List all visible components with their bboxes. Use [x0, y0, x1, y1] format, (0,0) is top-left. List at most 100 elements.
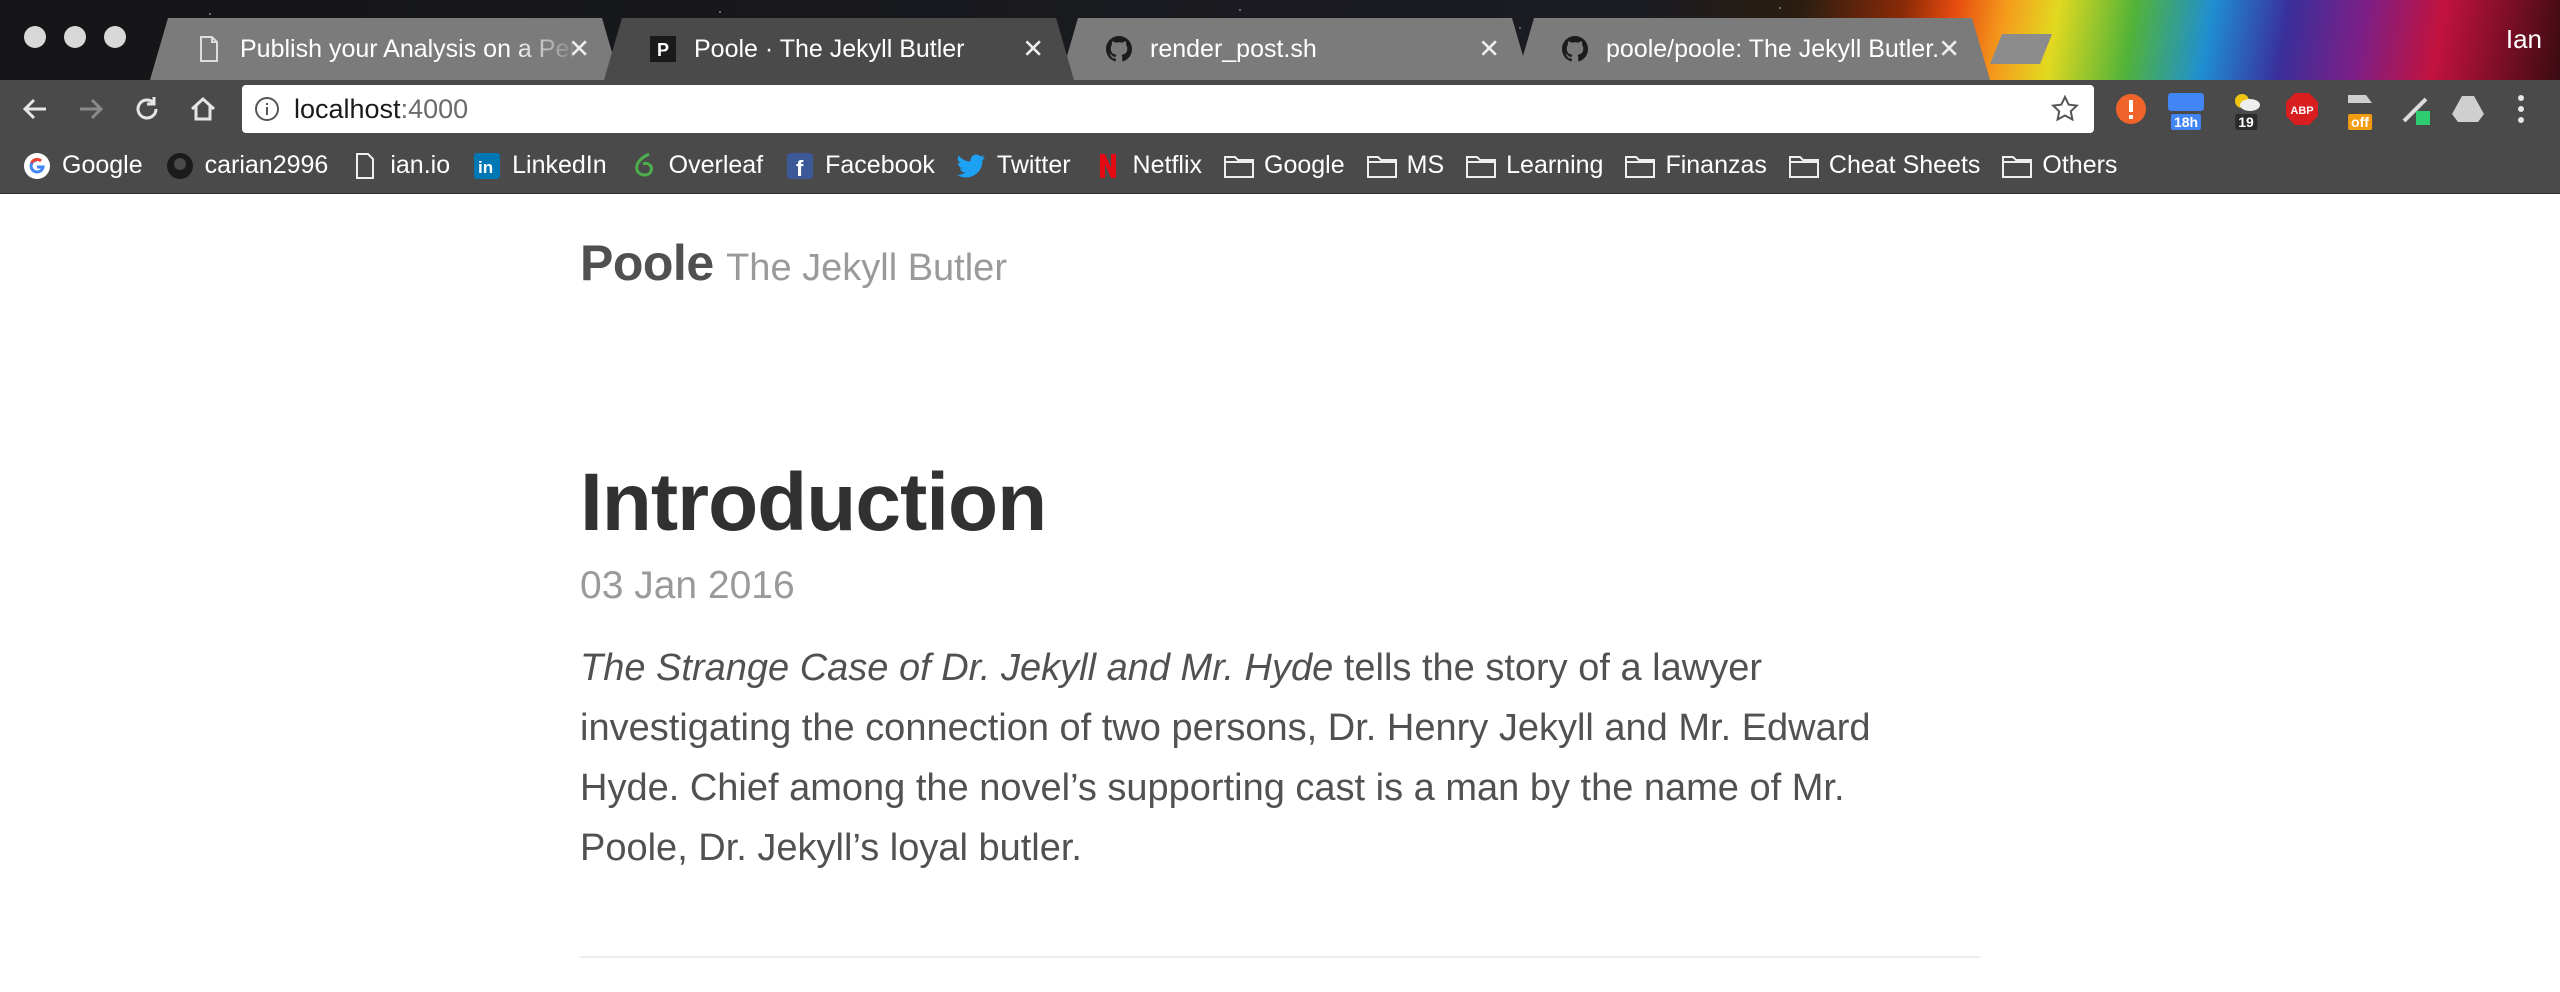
twitter-icon — [956, 151, 987, 181]
url-host: localhost — [294, 93, 401, 124]
bookmark-label: Facebook — [825, 151, 935, 179]
bookmark-overleaf[interactable]: Overleaf — [629, 151, 763, 181]
window-minimize-button[interactable] — [64, 26, 86, 48]
drive-icon[interactable] — [2448, 90, 2488, 128]
masthead: Poole The Jekyll Butler — [580, 234, 1007, 292]
browser-toolbar: localhost:4000 18h 19 ABP off — [0, 80, 2560, 138]
weather-icon[interactable]: 19 — [2226, 90, 2266, 130]
bookmark-label: LinkedIn — [512, 151, 607, 179]
linkedin-icon: in — [472, 151, 502, 181]
reload-icon — [136, 97, 158, 120]
bookmark-facebook[interactable]: f Facebook — [785, 151, 935, 181]
adblock-label: ABP — [2290, 105, 2313, 117]
address-bar[interactable]: localhost:4000 — [242, 85, 2094, 133]
shopping-icon[interactable]: off — [2340, 90, 2380, 130]
poole-p-icon: P — [650, 36, 676, 62]
tab-render-post[interactable]: render_post.sh ✕ — [1060, 18, 1530, 80]
bookmark-star-icon[interactable] — [2050, 94, 2080, 124]
close-icon[interactable]: ✕ — [1478, 34, 1500, 65]
folder-icon — [1788, 151, 1819, 181]
adblock-icon[interactable]: ABP — [2282, 90, 2322, 128]
bookmark-label: carian2996 — [204, 151, 329, 179]
document-icon — [196, 36, 222, 62]
menu-icon[interactable] — [2504, 90, 2538, 128]
bookmark-label: Google — [1264, 151, 1345, 179]
bookmark-folder-cheat-sheets[interactable]: Cheat Sheets — [1788, 151, 1981, 181]
folder-icon — [1466, 151, 1497, 181]
site-tagline: The Jekyll Butler — [726, 247, 1007, 289]
github-icon — [165, 151, 195, 181]
home-icon — [190, 96, 216, 121]
profile-name[interactable]: Ian — [2506, 24, 2542, 55]
bookmark-twitter[interactable]: Twitter — [956, 151, 1071, 181]
page-content: Poole The Jekyll Butler Introduction 03 … — [0, 194, 2560, 992]
bookmark-label: Learning — [1506, 151, 1604, 179]
bookmark-folder-learning[interactable]: Learning — [1466, 151, 1603, 181]
bookmark-label: ian.io — [390, 151, 451, 179]
bookmark-label: MS — [1406, 151, 1445, 179]
folder-icon — [2002, 151, 2033, 181]
new-tab-button[interactable] — [1990, 34, 2052, 64]
facebook-icon: f — [785, 151, 815, 181]
tab-title: Poole · The Jekyll Butler — [694, 34, 965, 63]
home-button[interactable] — [184, 90, 222, 128]
bookmark-netflix[interactable]: Netflix — [1093, 151, 1202, 181]
bookmarks-bar: Google carian2996 ian.io in LinkedIn Ove… — [0, 138, 2560, 194]
github-icon — [1106, 36, 1132, 62]
bookmark-label: Twitter — [996, 151, 1071, 179]
info-icon[interactable] — [254, 96, 280, 122]
alert-icon[interactable] — [2112, 90, 2150, 128]
tab-poole[interactable]: P Poole · The Jekyll Butler ✕ — [604, 18, 1074, 80]
forward-button[interactable] — [72, 90, 110, 128]
close-icon[interactable]: ✕ — [568, 34, 590, 65]
bookmark-label: Overleaf — [668, 151, 764, 179]
folder-icon — [1625, 151, 1656, 181]
bookmark-linkedin[interactable]: in LinkedIn — [472, 151, 607, 181]
svg-text:f: f — [796, 156, 804, 179]
back-arrow-icon — [22, 98, 46, 120]
back-button[interactable] — [16, 90, 54, 128]
netflix-icon — [1093, 151, 1123, 181]
bookmark-google[interactable]: Google — [22, 151, 143, 181]
bookmark-ian-io[interactable]: ian.io — [350, 151, 450, 181]
folder-icon — [1366, 151, 1397, 181]
tab-strip: Publish your Analysis on a Pers ✕ P Pool… — [0, 0, 2560, 80]
close-icon[interactable]: ✕ — [1938, 34, 1960, 65]
bookmark-label: Google — [62, 151, 143, 179]
bookmark-folder-finanzas[interactable]: Finanzas — [1625, 151, 1767, 181]
post-date: 03 Jan 2016 — [580, 564, 795, 607]
post: Introduction 03 Jan 2016 The Strange Cas… — [580, 462, 1980, 878]
overleaf-icon — [629, 151, 659, 181]
calendar-icon[interactable]: 18h — [2164, 90, 2208, 130]
post-body: The Strange Case of Dr. Jekyll and Mr. H… — [580, 638, 1950, 878]
bookmark-carian2996[interactable]: carian2996 — [165, 151, 329, 181]
tab-title: render_post.sh — [1150, 34, 1317, 63]
tab-title: poole/poole: The Jekyll Butler. — [1606, 34, 1940, 63]
bookmark-folder-ms[interactable]: MS — [1366, 151, 1445, 181]
folder-icon — [1224, 151, 1255, 181]
book-title: The Strange Case of Dr. Jekyll and Mr. H… — [580, 647, 1334, 689]
svg-text:P: P — [657, 40, 669, 60]
window-zoom-button[interactable] — [104, 26, 126, 48]
bookmark-label: Others — [2042, 151, 2118, 179]
close-icon[interactable]: ✕ — [1022, 34, 1044, 65]
bookmark-folder-others[interactable]: Others — [2002, 151, 2117, 181]
pen-icon[interactable] — [2396, 90, 2436, 128]
bookmark-label: Netflix — [1132, 151, 1203, 179]
site-title-link[interactable]: Poole — [580, 235, 714, 291]
window-close-button[interactable] — [24, 26, 46, 48]
svg-text:in: in — [478, 158, 493, 177]
bookmark-folder-google[interactable]: Google — [1224, 151, 1345, 181]
post-title-link[interactable]: Introduction — [580, 462, 1980, 544]
google-icon — [22, 151, 52, 181]
document-icon — [350, 151, 380, 181]
bookmark-label: Cheat Sheets — [1828, 151, 1981, 179]
github-icon — [1562, 36, 1588, 62]
url-port: :4000 — [400, 93, 469, 124]
tab-title: Publish your Analysis on a Pers — [240, 34, 580, 63]
reload-button[interactable] — [128, 90, 166, 128]
forward-arrow-icon — [80, 98, 104, 120]
tab-publish-analysis[interactable]: Publish your Analysis on a Pers ✕ — [150, 18, 620, 80]
bookmark-label: Finanzas — [1665, 151, 1767, 179]
tab-poole-github[interactable]: poole/poole: The Jekyll Butler. ✕ — [1516, 18, 1990, 80]
